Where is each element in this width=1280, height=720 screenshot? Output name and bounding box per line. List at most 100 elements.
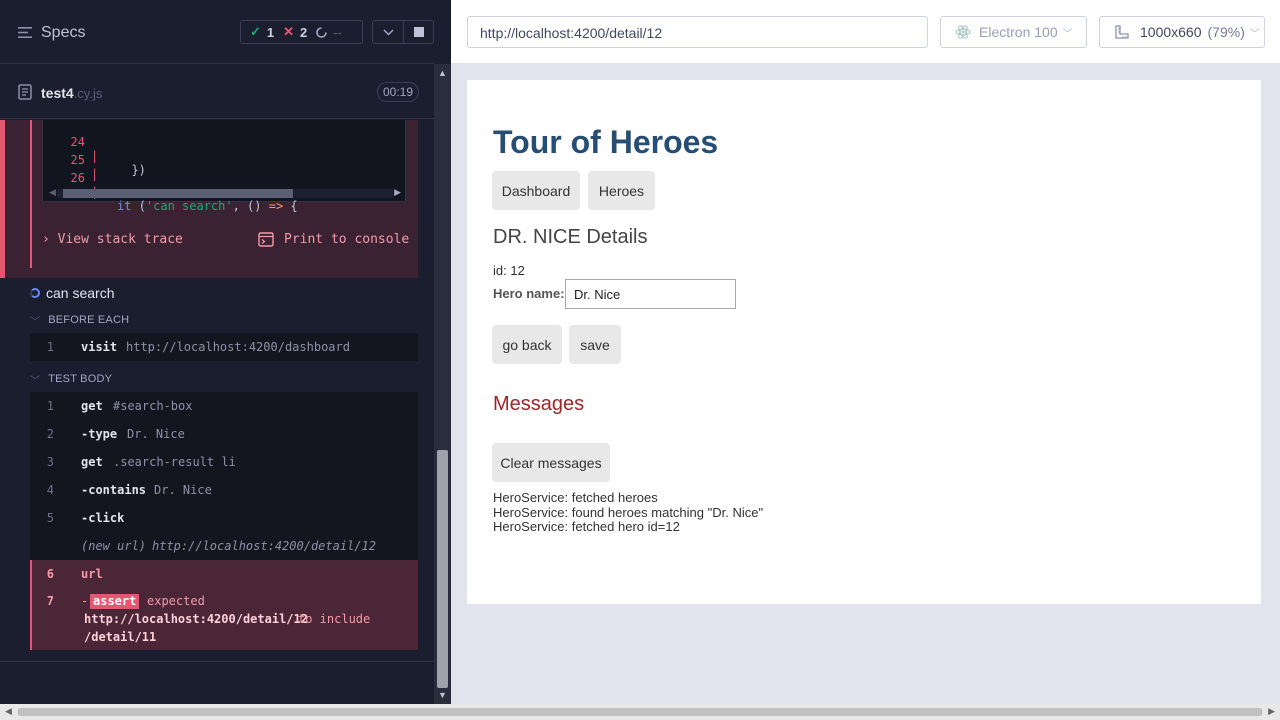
reporter-vertical-scrollbar[interactable]: ▲ ▼ [434,64,451,704]
clear-messages-button[interactable]: Clear messages [492,443,610,482]
test-body-header[interactable]: ﹀ TEST BODY [30,371,112,387]
hero-name-label: Hero name: [493,286,565,301]
test-stats: ✓ 1 ✕ 2 -- [240,20,363,44]
menu-icon[interactable] [18,27,32,38]
command-number: 3 [46,455,54,469]
reporter-panel: Specs ✓ 1 ✕ 2 -- test4.cy.js 00:19 24 | … [0,0,451,704]
command-name: -contains [81,483,147,497]
viewport-zoom: (79%) [1207,24,1245,40]
command-row[interactable]: 3 get .search-result li [30,448,418,476]
code-horizontal-scrollbar[interactable]: ◀ ▶ [47,186,403,200]
scroll-thumb[interactable] [437,450,448,688]
messages-heading: Messages [493,393,585,415]
go-back-button[interactable]: go back [492,325,562,364]
check-icon: ✓ [250,24,261,39]
scroll-right-icon[interactable]: ▶ [1268,706,1275,717]
pending-spinner-icon [30,288,40,298]
print-to-console-label: Print to console [284,232,410,247]
code-line: 26 | it ('can search', () => { [43,157,298,213]
spec-file-name[interactable]: test4.cy.js [41,85,102,101]
window-horizontal-scrollbar[interactable]: ◀ ▶ [0,704,1280,720]
dashboard-nav-button[interactable]: Dashboard [492,171,580,210]
before-each-header[interactable]: ﹀ BEFORE EACH [30,312,129,328]
error-block: 24 | }) 25 | 26 | it ('can search', () =… [0,120,418,278]
assert-badge: assert [90,594,140,609]
command-row[interactable]: 2 -type Dr. Nice [30,420,418,448]
command-row[interactable]: 5 -click [30,504,418,532]
command-row-event[interactable]: (new url) http://localhost:4200/detail/1… [30,532,418,560]
document-icon [18,84,32,100]
assert-to-include-label: to include [298,612,371,626]
command-number: 6 [46,567,54,581]
hero-id: id: 12 [493,263,525,278]
line-number: 26 [70,171,85,185]
print-to-console-button[interactable]: Print to console [258,232,409,247]
scroll-left-icon[interactable]: ◀ [49,187,56,198]
viewport-info[interactable]: 1000x660 (79%) ﹀ [1099,16,1265,48]
error-actions: › View stack trace Print to console [42,232,418,254]
command-arg: Dr. Nice [127,427,185,441]
pending-spinner-icon [316,26,328,38]
specs-title[interactable]: Specs [41,24,85,42]
message-list: HeroService: fetched heroes HeroService:… [493,490,764,535]
view-stack-trace-button[interactable]: › View stack trace [42,232,183,247]
spec-file-ext: .cy.js [73,86,103,101]
command-name: get [81,455,103,469]
scroll-thumb[interactable] [63,189,293,198]
plain-token: { [283,199,298,213]
chevron-down-icon: ﹀ [1249,28,1260,40]
command-row[interactable]: 1 get #search-box [30,392,418,420]
command-number: 1 [46,340,54,354]
arrow-token: => [268,199,284,213]
command-arg: http://localhost:4200/dashboard [126,340,350,354]
code-line: 24 | }) [43,121,146,177]
passed-number: 1 [266,24,275,40]
string-token: 'can search' [145,199,233,213]
code-line: 25 | [43,139,101,181]
ruler-icon [1115,25,1129,39]
url-bar[interactable]: http://localhost:4200/detail/12 [467,16,928,48]
app-title: Tour of Heroes [493,124,719,160]
message-item: HeroService: fetched hero id=12 [493,519,680,534]
assert-dash: - [81,594,89,608]
before-each-label: BEFORE EACH [48,314,130,326]
message-item: HeroService: fetched heroes [493,490,658,505]
spec-file-basename: test4 [41,85,74,101]
line-text: }) [117,163,146,177]
command-arg: #search-box [113,399,193,413]
command-name: -type [81,427,118,441]
runner-panel: http://localhost:4200/detail/12 Electron… [451,0,1280,704]
save-button[interactable]: save [569,325,621,364]
test-body-label: TEST BODY [48,373,113,385]
browser-selector[interactable]: Electron 100 ﹀ [940,16,1087,48]
spec-file-row: test4.cy.js 00:19 [0,65,434,119]
test-title[interactable]: can search [30,284,114,302]
scroll-down-icon[interactable]: ▼ [438,690,447,700]
command-row[interactable]: 4 -contains Dr. Nice [30,476,418,504]
command-number: 7 [46,594,54,608]
scroll-up-icon[interactable]: ▲ [438,68,447,78]
hero-name-input[interactable] [565,279,736,309]
command-row-failed[interactable]: 6 url [30,560,418,586]
plain-token: , () [232,199,269,213]
runner-toolbar: http://localhost:4200/detail/12 Electron… [451,0,1280,64]
divider [0,661,434,662]
stop-icon [413,27,424,37]
message-item: HeroService: found heroes matching "Dr. … [493,504,764,520]
chevron-down-icon: ﹀ [1062,28,1073,40]
command-name: get [81,399,103,413]
collapse-button[interactable] [372,20,404,44]
command-row[interactable]: 1 visit http://localhost:4200/dashboard [30,333,418,361]
command-arg: http://localhost:4200/detail/12 [152,539,376,553]
stop-button[interactable] [404,20,434,44]
viewport-size: 1000x660 [1140,24,1202,40]
assert-command-row[interactable]: 7 - assert expected http://localhost:420… [30,586,418,650]
chevron-down-icon: ﹀ [30,316,41,328]
heroes-nav-button[interactable]: Heroes [588,171,655,210]
passed-count: ✓ 1 [250,24,274,40]
scroll-right-icon[interactable]: ▶ [394,187,401,198]
scroll-thumb[interactable] [18,708,1262,716]
fail-indicator [30,560,32,650]
command-name: (new url) [81,539,147,553]
scroll-left-icon[interactable]: ◀ [5,706,12,717]
